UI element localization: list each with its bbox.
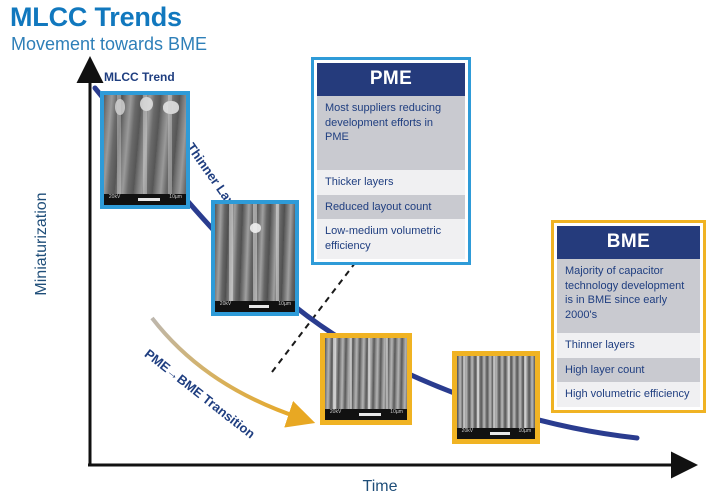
mlcc-trend-annotation: MLCC Trend (104, 70, 175, 84)
micrograph-scalebar-2: 20kV 10µm (215, 301, 295, 312)
y-axis-label: Miniaturization (33, 192, 50, 296)
bme-info-card: BME Majority of capacitor technology dev… (551, 220, 706, 413)
micrograph-image-4 (457, 356, 535, 439)
micrograph-scale-rule-4 (489, 432, 511, 435)
bme-row-3: High volumetric efficiency (557, 382, 700, 407)
micrograph-scale-left-1: 20kV (108, 194, 121, 200)
pme-row-0: Most suppliers reducing development effo… (317, 96, 465, 170)
micrograph-scale-right-3: 10µm (390, 409, 403, 415)
micrograph-scale-right-1: 10µm (169, 194, 182, 200)
pme-card-heading: PME (317, 63, 465, 96)
micrograph-scale-left-3: 20kV (329, 409, 342, 415)
micrograph-scale-rule-1 (138, 198, 160, 201)
bme-row-0: Majority of capacitor technology develop… (557, 259, 700, 333)
micrograph-scale-rule-2 (248, 305, 270, 308)
micrograph-scale-left-4: 20kV (461, 428, 474, 434)
pme-card-rows: Most suppliers reducing development effo… (317, 96, 465, 259)
bme-card-rows: Majority of capacitor technology develop… (557, 259, 700, 407)
micrograph-image-2 (215, 204, 295, 312)
pme-row-1: Thicker layers (317, 170, 465, 195)
micrograph-scalebar-3: 20kV 10µm (325, 409, 407, 420)
micrograph-scalebar-1: 20kV 10µm (104, 194, 186, 205)
pme-row-2: Reduced layout count (317, 194, 465, 220)
bme-row-1: Thinner layers (557, 333, 700, 358)
bme-card-heading: BME (557, 226, 700, 259)
micrograph-scale-right-4: 10µm (518, 428, 532, 434)
pme-row-3: Low-medium volumetric efficiency (317, 219, 465, 259)
micrograph-scale-left-2: 20kV (219, 301, 232, 307)
mlcc-micrograph-4: 20kV 10µm (452, 351, 540, 444)
slide-canvas: MLCC Trends Movement towards BME Miniatu… (0, 0, 716, 501)
mlcc-micrograph-2: 20kV 10µm (211, 200, 299, 316)
mlcc-micrograph-3: 20kV 10µm (320, 333, 412, 425)
bme-row-2: High layer count (557, 357, 700, 383)
pme-info-card: PME Most suppliers reducing development … (311, 57, 471, 265)
micrograph-image-3 (325, 338, 407, 420)
micrograph-scale-right-2: 10µm (278, 301, 291, 307)
mlcc-micrograph-1: 20kV 10µm (100, 91, 190, 209)
micrograph-image-1 (104, 95, 186, 205)
micrograph-scalebar-4: 20kV 10µm (457, 428, 535, 439)
x-axis-label: Time (362, 478, 398, 495)
micrograph-scale-rule-3 (359, 413, 381, 416)
